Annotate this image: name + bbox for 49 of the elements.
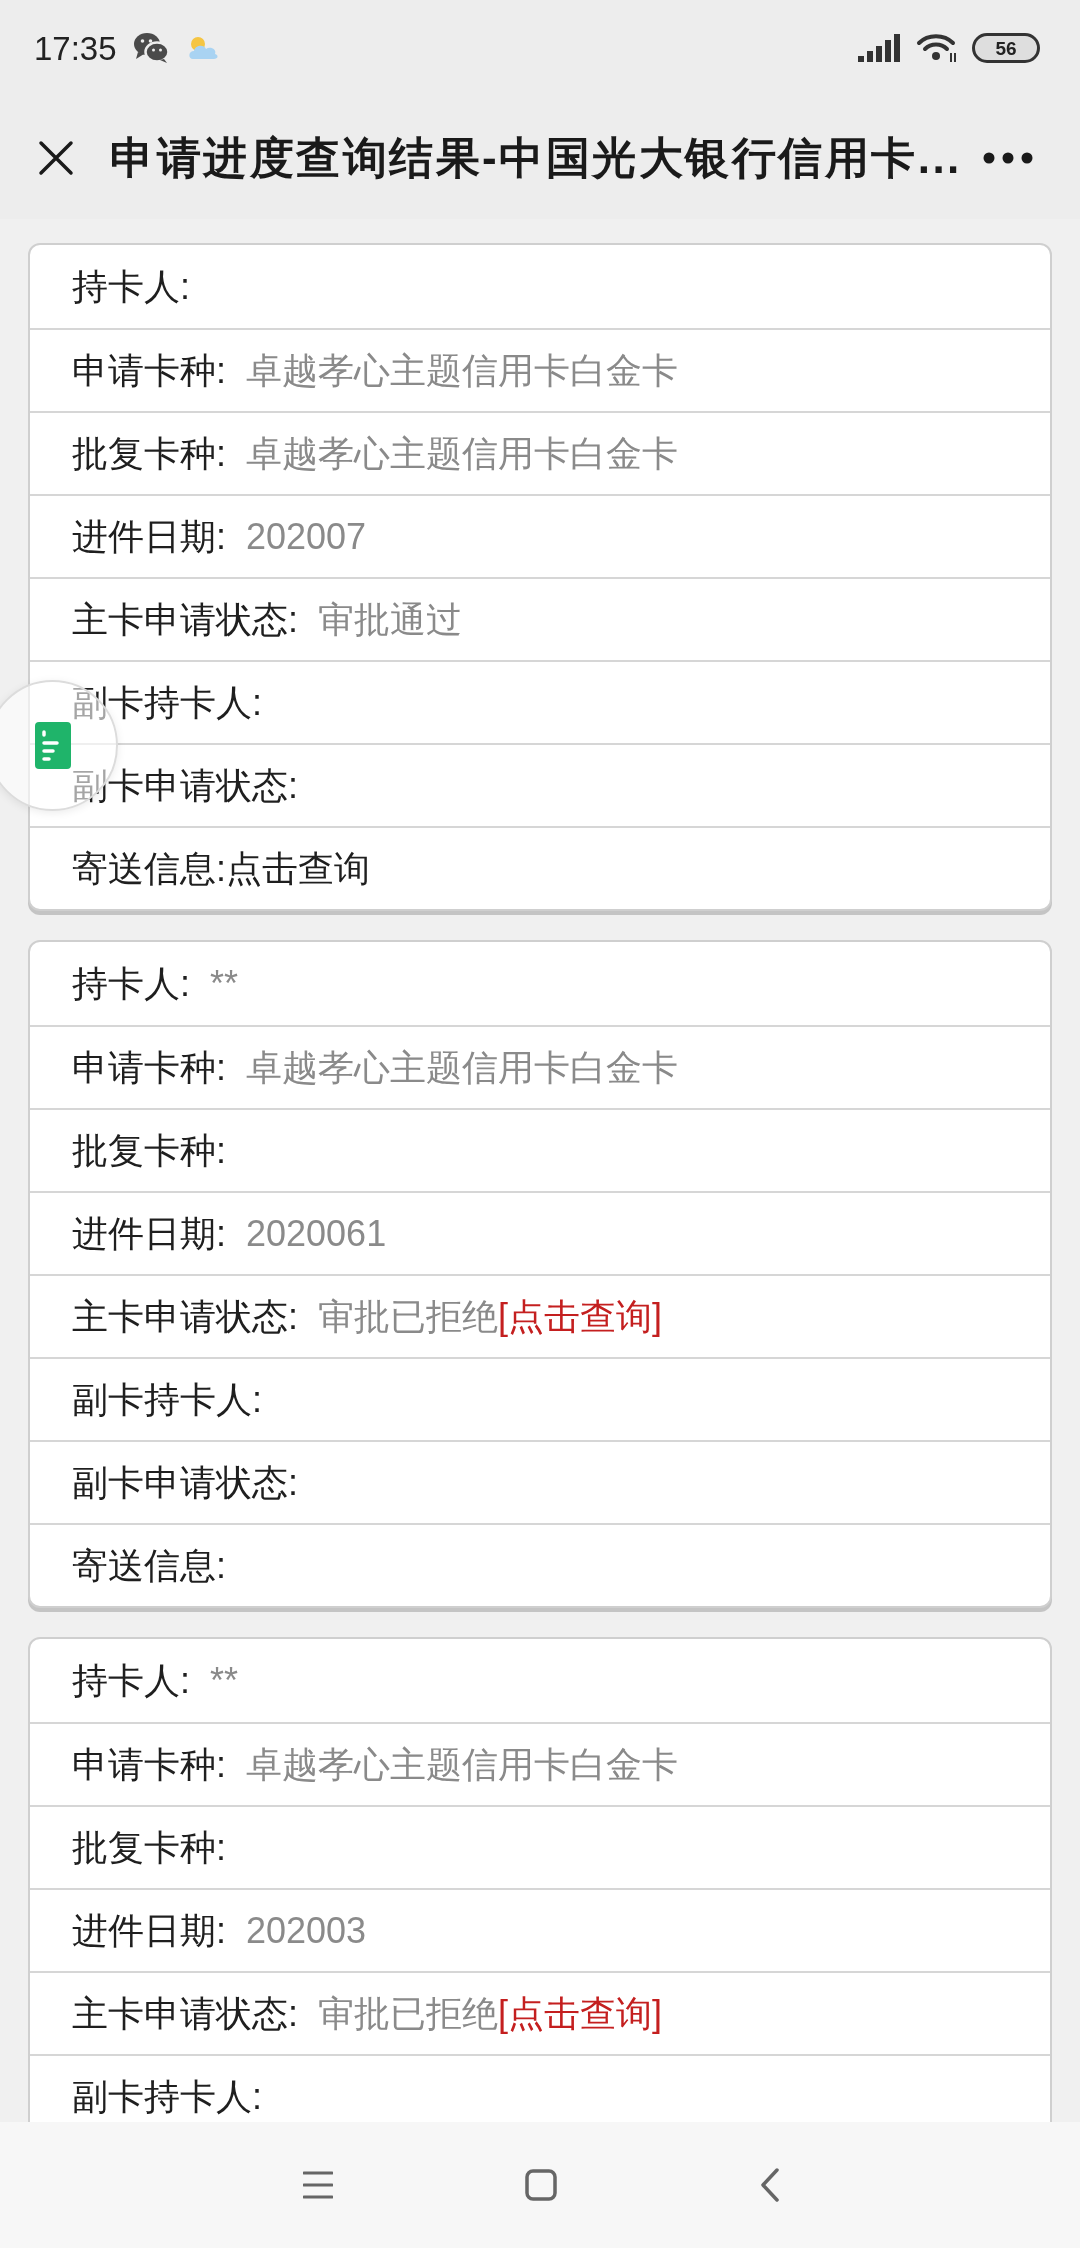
field-value: 2020061 <box>246 1215 387 1252</box>
field-label: 进件日期: <box>72 518 226 555</box>
field-label: 寄送信息: <box>72 850 226 887</box>
field-label: 主卡申请状态: <box>72 601 298 638</box>
home-square-icon[interactable] <box>525 2169 557 2201</box>
field-value: 202007 <box>246 518 367 555</box>
close-icon <box>38 139 74 176</box>
field-label: 主卡申请状态: <box>72 1995 298 2032</box>
field-label: 副卡申请状态: <box>72 767 298 804</box>
field-label: 申请卡种: <box>72 1746 226 1783</box>
field-value: 审批通过 <box>318 601 462 638</box>
field-value: 202003 <box>246 1912 367 1949</box>
signal-icon <box>858 34 900 62</box>
field-label: 批复卡种: <box>72 435 226 472</box>
field-label: 副卡持卡人: <box>72 2078 262 2115</box>
field-value: 卓越孝心主题信用卡白金卡 <box>246 435 678 472</box>
field-value: ** <box>210 965 239 1002</box>
query-link[interactable]: 点击查询 <box>226 850 370 887</box>
field-label: 寄送信息: <box>72 1547 226 1584</box>
field-label: 进件日期: <box>72 1215 226 1252</box>
field-value: ** <box>210 1662 239 1699</box>
field-label: 副卡持卡人: <box>72 684 262 721</box>
page-title: 申请进度查询结果-中国光大银行信用卡... <box>110 135 962 180</box>
query-link[interactable]: [点击查询] <box>498 1298 663 1335</box>
query-link[interactable]: [点击查询] <box>498 1995 663 2032</box>
field-label: 进件日期: <box>72 1912 226 1949</box>
field-label: 副卡申请状态: <box>72 1464 298 1501</box>
wifi-icon <box>916 32 958 64</box>
field-label: 申请卡种: <box>72 1049 226 1086</box>
field-label: 申请卡种: <box>72 352 226 389</box>
field-label: 副卡持卡人: <box>72 1381 262 1418</box>
field-value: 卓越孝心主题信用卡白金卡 <box>246 352 678 389</box>
back-icon[interactable] <box>760 2168 780 2202</box>
chat-bubbles-icon <box>132 32 169 64</box>
field-label: 持卡人: <box>72 965 190 1002</box>
battery-indicator: 56 <box>972 33 1040 63</box>
field-label: 主卡申请状态: <box>72 1298 298 1335</box>
more-icon <box>983 151 1033 164</box>
field-label: 持卡人: <box>72 268 190 305</box>
field-label: 批复卡种: <box>72 1132 226 1169</box>
field-value: 卓越孝心主题信用卡白金卡 <box>246 1049 678 1086</box>
field-label: 批复卡种: <box>72 1829 226 1866</box>
field-value: 卓越孝心主题信用卡白金卡 <box>246 1746 678 1783</box>
menu-icon[interactable] <box>303 2171 333 2199</box>
field-label: 持卡人: <box>72 1662 190 1699</box>
document-icon <box>34 722 71 769</box>
field-value: 审批已拒绝 <box>318 1298 498 1335</box>
status-time: 17:35 <box>34 31 117 65</box>
field-value: 审批已拒绝 <box>318 1995 498 2032</box>
